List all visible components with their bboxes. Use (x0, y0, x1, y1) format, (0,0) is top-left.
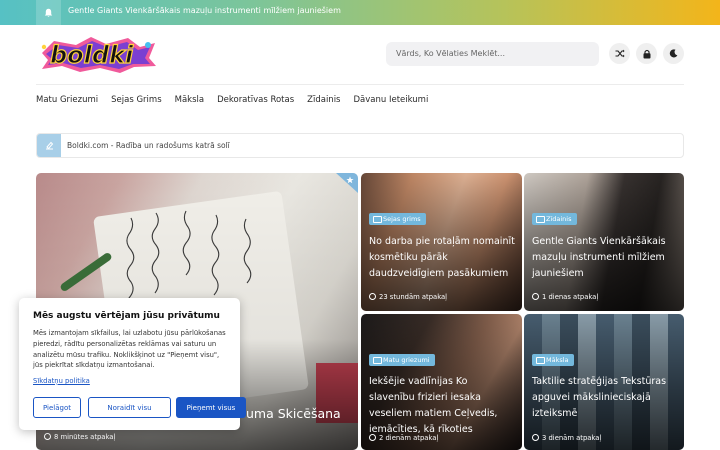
card-time: 8 minūtes atpakaļ (54, 433, 116, 441)
nav-item-haircuts[interactable]: Matu Griezumi (36, 95, 98, 107)
card-time: 3 dienām atpakaļ (542, 434, 602, 442)
search-input[interactable]: Vārds, Ko Vēlaties Meklēt... (386, 42, 599, 66)
category-badge[interactable]: Zīdainis (532, 213, 577, 225)
clock-icon (369, 434, 376, 441)
clock-icon (532, 293, 539, 300)
svg-text:boldki: boldki (50, 41, 134, 69)
article-card[interactable]: Māksla Taktilie stratēģijas Tekstūras ap… (524, 314, 684, 450)
customize-button[interactable]: Pielāgot (33, 397, 81, 418)
article-card[interactable]: Matu griezumi Iekšējie vadlīnijas Ko sla… (361, 314, 522, 450)
card-meta: 23 stundām atpakaļ (369, 293, 447, 301)
cookie-consent-dialog: Mēs augstu vērtējam jūsu privātumu Mēs i… (19, 298, 246, 430)
lock-icon[interactable] (636, 43, 657, 64)
article-card[interactable]: Zīdainis Gentle Giants Vienkāršākais maz… (524, 173, 684, 311)
nav-item-makeup[interactable]: Sejas Grims (111, 95, 161, 107)
moon-icon[interactable] (663, 43, 684, 64)
card-meta: 8 minūtes atpakaļ (44, 433, 115, 441)
breadcrumb-text: Boldki.com - Radība un radošums katrā so… (67, 141, 230, 150)
card-title[interactable]: No darba pie rotaļām nomainīt kosmētiku … (369, 234, 516, 282)
category-badge[interactable]: Sejas grims (369, 213, 426, 225)
bell-icon[interactable] (36, 0, 61, 25)
clock-icon (369, 293, 376, 300)
nav-item-gifts[interactable]: Dāvanu Ieteikumi (353, 95, 428, 107)
shuffle-icon[interactable] (609, 43, 630, 64)
nav-item-jewelry[interactable]: Dekoratīvas Rotas (217, 95, 294, 107)
card-time: 23 stundām atpakaļ (379, 293, 448, 301)
breadcrumb-icon (37, 134, 61, 157)
nav-item-baby[interactable]: Zīdainis (307, 95, 340, 107)
article-card[interactable]: Sejas grims No darba pie rotaļām nomainī… (361, 173, 522, 311)
card-title[interactable]: Iekšējie vadlīnijas Ko slavenību frizier… (369, 374, 516, 438)
clock-icon (44, 433, 51, 440)
cookie-policy-link[interactable]: Sīkdatņu politika (33, 377, 90, 385)
search-placeholder: Vārds, Ko Vēlaties Meklēt... (396, 49, 506, 58)
card-title[interactable]: uma Skicēšana (246, 406, 352, 422)
card-title[interactable]: Taktilie stratēģijas Tekstūras apguvei m… (532, 374, 678, 422)
card-meta: 3 dienām atpakaļ (532, 434, 601, 442)
card-time: 2 dienām atpakaļ (379, 434, 439, 442)
card-meta: 1 dienas atpakaļ (532, 293, 598, 301)
category-badge[interactable]: Matu griezumi (369, 354, 435, 366)
top-ticker-bar: Gentle Giants Vienkāršākais mazuļu instr… (0, 0, 720, 25)
card-meta: 2 dienām atpakaļ (369, 434, 438, 442)
consent-title: Mēs augstu vērtējam jūsu privātumu (33, 311, 220, 321)
category-badge[interactable]: Māksla (532, 354, 574, 366)
card-time: 1 dienas atpakaļ (542, 293, 599, 301)
reject-all-button[interactable]: Noraidīt visu (88, 397, 171, 418)
accept-all-button[interactable]: Pieņemt visus (176, 397, 246, 418)
clock-icon (532, 434, 539, 441)
site-logo[interactable]: boldki (36, 33, 160, 75)
nav-item-art[interactable]: Māksla (175, 95, 204, 107)
main-nav: Matu Griezumi Sejas Grims Māksla Dekorat… (36, 95, 441, 107)
consent-body: Mēs izmantojam sīkfailus, lai uzlabotu j… (33, 329, 226, 370)
card-title[interactable]: Gentle Giants Vienkāršākais mazuļu instr… (532, 234, 678, 282)
breadcrumb: Boldki.com - Radība un radošums katrā so… (36, 133, 684, 158)
star-icon (346, 176, 354, 184)
ticker-link[interactable]: Gentle Giants Vienkāršākais mazuļu instr… (68, 6, 341, 15)
header-divider (36, 84, 684, 85)
